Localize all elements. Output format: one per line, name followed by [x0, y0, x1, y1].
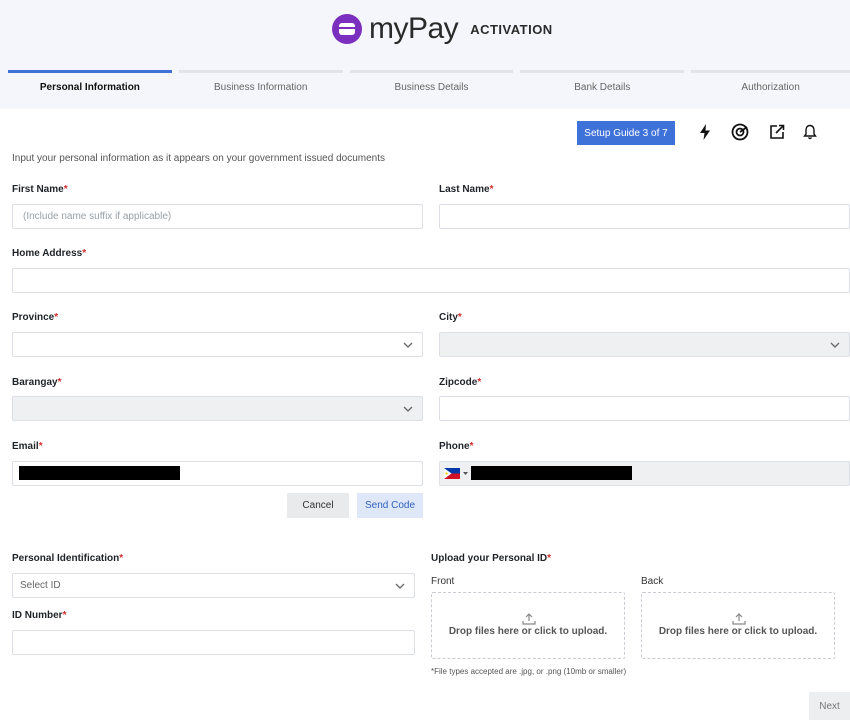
- upload-front-dropzone[interactable]: Drop files here or click to upload.: [431, 592, 625, 659]
- phone-label: Phone*: [439, 441, 474, 452]
- tab-label: Personal Information: [39, 82, 140, 93]
- upload-front-text: Drop files here or click to upload.: [448, 626, 608, 637]
- id-number-field[interactable]: [12, 630, 415, 655]
- city-select[interactable]: [439, 332, 850, 357]
- external-link-icon[interactable]: [768, 123, 786, 141]
- form-intro: Input your personal information as it ap…: [12, 153, 385, 164]
- toolbar: Setup Guide 3 of 7: [0, 109, 850, 156]
- brand: myPay ACTIVATION: [332, 14, 553, 44]
- upload-icon: [732, 613, 746, 625]
- cancel-button[interactable]: Cancel: [287, 493, 349, 518]
- zipcode-label: Zipcode*: [439, 377, 482, 388]
- province-label: Province*: [12, 312, 59, 323]
- upload-icon: [522, 613, 536, 625]
- tab-label: Authorization: [741, 82, 800, 93]
- target-icon[interactable]: [731, 123, 749, 141]
- brand-subtitle: ACTIVATION: [470, 21, 553, 37]
- tab-label: Bank Details: [574, 82, 631, 93]
- select-id-placeholder: Select ID: [20, 580, 61, 591]
- last-name-label: Last Name*: [439, 184, 494, 195]
- first-name-label: First Name*: [12, 184, 68, 195]
- upload-back-text: Drop files here or click to upload.: [658, 626, 818, 637]
- last-name-field[interactable]: [439, 204, 850, 229]
- tab-label: Business Details: [394, 82, 469, 93]
- step-progress-bar: [520, 70, 685, 73]
- front-label: Front: [431, 576, 455, 587]
- step-progress-bar: [691, 70, 850, 73]
- barangay-label: Barangay*: [12, 377, 62, 388]
- city-label: City*: [439, 312, 462, 323]
- redacted-email: [19, 466, 180, 480]
- personal-identification-label: Personal Identification*: [12, 553, 124, 564]
- barangay-select[interactable]: [12, 396, 423, 421]
- email-label: Email*: [12, 441, 43, 452]
- setup-guide-button[interactable]: Setup Guide 3 of 7: [577, 121, 675, 145]
- tab-bank-details[interactable]: Bank Details: [520, 70, 685, 109]
- upload-id-label: Upload your Personal ID*: [431, 553, 552, 564]
- mypay-logo-icon: [332, 14, 362, 44]
- step-progress-bar: [8, 70, 172, 73]
- first-name-field[interactable]: (Include name suffix if applicable): [12, 204, 423, 229]
- zipcode-field[interactable]: [439, 396, 850, 421]
- next-button[interactable]: Next: [809, 692, 850, 720]
- send-code-button[interactable]: Send Code: [357, 493, 423, 518]
- chevron-down-icon: [403, 342, 413, 348]
- step-tabs: Personal Information Business Informatio…: [8, 70, 850, 109]
- upload-back-dropzone[interactable]: Drop files here or click to upload.: [641, 592, 835, 659]
- header: myPay ACTIVATION Personal Information Bu…: [0, 0, 850, 109]
- chevron-down-icon: [395, 583, 405, 589]
- first-name-placeholder: (Include name suffix if applicable): [23, 211, 172, 222]
- redacted-phone: [471, 466, 632, 480]
- step-progress-bar: [178, 70, 343, 73]
- tab-business-details[interactable]: Business Details: [349, 70, 514, 109]
- brand-name: myPay: [369, 12, 459, 45]
- tab-business-information[interactable]: Business Information: [178, 70, 343, 109]
- step-progress-bar: [349, 70, 514, 73]
- home-address-label: Home Address*: [12, 248, 87, 259]
- chevron-down-icon: [403, 406, 413, 412]
- phone-field[interactable]: [439, 461, 850, 486]
- ph-flag-icon[interactable]: [444, 468, 469, 479]
- email-field[interactable]: [12, 461, 423, 486]
- file-types-note: *File types accepted are .jpg, or .png (…: [431, 667, 627, 676]
- chevron-down-icon: [830, 342, 840, 348]
- bell-icon[interactable]: [801, 123, 819, 141]
- personal-identification-select[interactable]: Select ID: [12, 573, 415, 598]
- id-number-label: ID Number*: [12, 610, 67, 621]
- back-label: Back: [641, 576, 664, 587]
- tab-personal-information[interactable]: Personal Information: [8, 70, 172, 109]
- tab-authorization[interactable]: Authorization: [691, 70, 850, 109]
- tab-label: Business Information: [214, 82, 308, 93]
- caret-down-icon: [463, 472, 468, 475]
- home-address-field[interactable]: [12, 268, 850, 293]
- province-select[interactable]: [12, 332, 423, 357]
- lightning-icon[interactable]: [696, 123, 714, 141]
